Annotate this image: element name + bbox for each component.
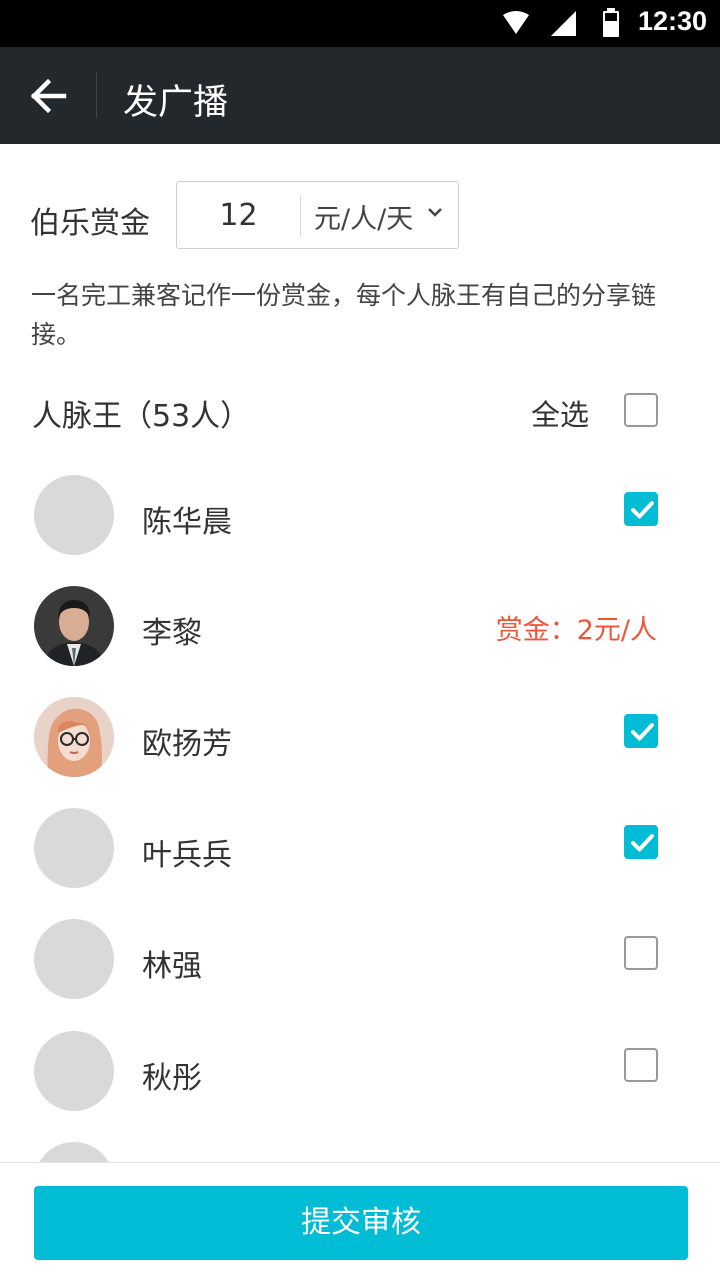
- arrow-left-icon: [30, 78, 67, 114]
- contact-row[interactable]: 欧扬芳: [0, 697, 720, 808]
- status-bar: 12:30: [0, 0, 720, 47]
- signal-icon: [551, 11, 576, 36]
- unit-select-value: 元/人/天: [314, 204, 414, 235]
- avatar: [34, 919, 114, 999]
- reward-field: 元/人/天: [176, 181, 459, 249]
- select-all-checkbox[interactable]: [624, 393, 658, 427]
- checkmark-icon: [631, 834, 654, 852]
- contact-row[interactable]: 林强: [0, 919, 720, 1030]
- avatar: [34, 808, 114, 888]
- contact-name: 欧扬芳: [142, 727, 232, 762]
- unit-select[interactable]: 元/人/天: [301, 182, 459, 248]
- status-time: 12:30: [638, 6, 708, 36]
- contact-name: 林强: [142, 949, 202, 984]
- wifi-icon: [503, 11, 529, 34]
- checkmark-icon: [631, 501, 654, 519]
- description-text: 一名完工兼客记作一份赏金，每个人脉王有自己的分享链接。: [31, 281, 657, 349]
- back-button[interactable]: [22, 75, 74, 117]
- submit-button[interactable]: 提交审核: [34, 1186, 688, 1260]
- app-bar-divider: [96, 72, 97, 118]
- bottom-bar: 提交审核: [0, 1162, 720, 1281]
- avatar-photo: [34, 697, 114, 777]
- contact-checkbox[interactable]: [624, 936, 658, 970]
- contact-row[interactable]: 李黎 赏金：2元/人: [0, 586, 720, 697]
- contact-checkbox[interactable]: [624, 1048, 658, 1082]
- contact-checkbox[interactable]: [624, 825, 658, 859]
- app-bar: 发广播: [0, 47, 720, 144]
- contact-checkbox[interactable]: [624, 714, 658, 748]
- avatar: [34, 1031, 114, 1111]
- main-content: 伯乐赏金 元/人/天 一名完工兼客记作一份赏金，每个人脉王有自己的分享链接。 人…: [0, 144, 720, 1162]
- reward-label: 伯乐赏金: [30, 206, 150, 241]
- avatar: [34, 1142, 114, 1162]
- contact-name: 陈华晨: [142, 505, 232, 540]
- battery-icon: [603, 8, 619, 37]
- avatar: [34, 586, 114, 666]
- avatar: [34, 697, 114, 777]
- avatar-photo: [34, 586, 114, 666]
- chevron-down-icon: [428, 208, 442, 217]
- avatar: [34, 475, 114, 555]
- page-title: 发广播: [123, 83, 229, 123]
- section-title: 人脉王（53人）: [32, 399, 251, 434]
- contact-name: 李黎: [142, 616, 202, 651]
- contact-name: 叶兵兵: [142, 838, 232, 873]
- contact-row[interactable]: 秋彤: [0, 1031, 720, 1142]
- checkmark-icon: [631, 723, 654, 741]
- reward-amount-input[interactable]: [177, 182, 300, 248]
- contact-name: 秋彤: [142, 1061, 202, 1096]
- select-all-label: 全选: [531, 398, 590, 432]
- contact-checkbox[interactable]: [624, 492, 658, 526]
- contact-row[interactable]: 叶兵兵: [0, 808, 720, 919]
- contact-row[interactable]: 陈华晨: [0, 475, 720, 586]
- bounty-label: 赏金：2元/人: [495, 615, 657, 646]
